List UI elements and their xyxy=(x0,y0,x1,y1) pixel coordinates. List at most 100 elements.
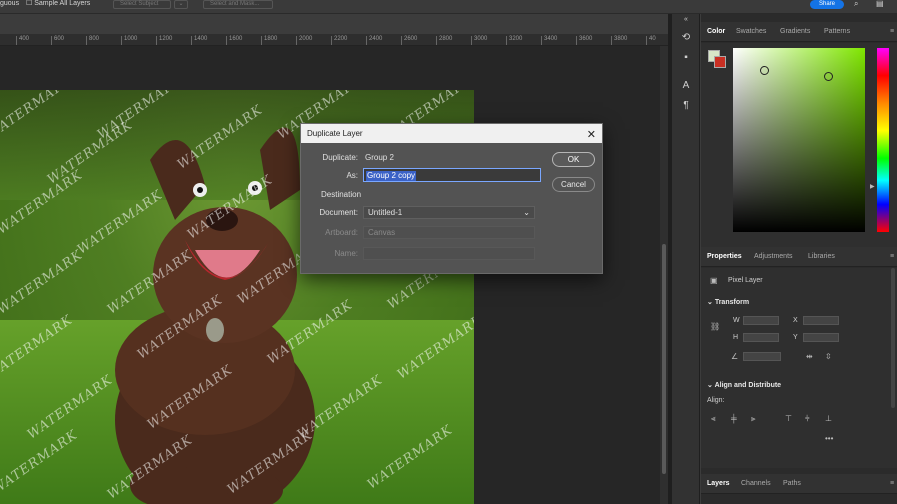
select-and-mask-button[interactable]: Select and Mask... xyxy=(203,0,273,9)
artboard-label: Artboard: xyxy=(325,228,358,237)
more-options-icon[interactable]: ••• xyxy=(825,434,833,443)
layers-panel-tabs: Layers Channels Paths ≡ xyxy=(701,474,897,494)
document-label: Document: xyxy=(319,208,358,217)
ruler-tick: 2200 xyxy=(331,36,347,45)
artboard-select-value: Canvas xyxy=(368,228,396,237)
pixel-layer-icon: ▣ xyxy=(710,276,718,285)
align-top-icon[interactable]: ⊤ xyxy=(785,414,792,423)
color-picker-ring[interactable] xyxy=(760,66,769,75)
as-input-selected-text: Group 2 copy xyxy=(366,171,417,181)
y-field[interactable] xyxy=(803,333,839,342)
chevron-down-icon[interactable]: ⌄ xyxy=(174,0,188,9)
flip-vertical-icon[interactable]: ⇳ xyxy=(825,352,832,361)
panel-menu-icon[interactable]: ≡ xyxy=(890,28,894,35)
ruler-tick: 40 xyxy=(646,36,656,45)
collapse-icon[interactable]: « xyxy=(679,14,693,26)
color-field[interactable] xyxy=(733,48,865,232)
as-label: As: xyxy=(346,171,358,180)
color-panel: ▶ xyxy=(701,43,897,251)
ruler-tick: 2000 xyxy=(296,36,312,45)
height-field[interactable] xyxy=(743,333,779,342)
align-label: Align: xyxy=(707,397,725,404)
duplicate-value: Group 2 xyxy=(365,153,394,162)
width-field[interactable] xyxy=(743,316,779,325)
color-panel-tabs: Color Swatches Gradients Patterns ≡ xyxy=(701,22,897,42)
search-icon[interactable]: ⌕ xyxy=(854,0,858,8)
h-label: H xyxy=(733,334,739,341)
horizontal-ruler: 400 600 800 1000 1200 1400 1600 1800 200… xyxy=(0,34,668,46)
x-field[interactable] xyxy=(803,316,839,325)
angle-icon: ∠ xyxy=(731,352,739,361)
ruler-tick: 1400 xyxy=(191,36,207,45)
ruler-tick: 800 xyxy=(86,36,99,45)
ruler-tick: 400 xyxy=(16,36,29,45)
y-label: Y xyxy=(793,334,798,341)
tab-layers[interactable]: Layers xyxy=(707,480,730,487)
background-color-swatch[interactable] xyxy=(714,56,726,68)
properties-panel: ▣ Pixel Layer ⌄ Transform ⛓ W X H Y ∠ ⇹ … xyxy=(701,268,897,468)
as-input[interactable]: Group 2 copy xyxy=(363,168,541,182)
select-subject-button[interactable]: Select Subject xyxy=(113,0,171,9)
ruler-tick: 2600 xyxy=(401,36,417,45)
share-button[interactable]: Share xyxy=(810,0,844,9)
sample-all-layers-label: Sample All Layers xyxy=(34,0,91,7)
name-field xyxy=(363,247,535,260)
align-center-horizontal-icon[interactable]: ╪ xyxy=(731,414,737,423)
cancel-button[interactable]: Cancel xyxy=(552,177,595,192)
ok-button[interactable]: OK xyxy=(552,152,595,167)
align-right-icon[interactable]: ⫸ xyxy=(751,414,756,424)
tab-patterns[interactable]: Patterns xyxy=(824,28,850,35)
options-bar: guous ☐ Sample All Layers Select Subject… xyxy=(0,0,897,14)
character-icon[interactable]: A xyxy=(679,80,693,92)
properties-scrollbar[interactable] xyxy=(891,268,895,408)
properties-panel-tabs: Properties Adjustments Libraries ≡ xyxy=(701,247,897,267)
right-panels: Color Swatches Gradients Patterns ≡ ▶ Pr… xyxy=(701,14,897,504)
panel-menu-icon[interactable]: ≡ xyxy=(890,253,894,260)
panel-menu-icon[interactable]: ≡ xyxy=(890,480,894,487)
options-label: guous xyxy=(0,0,20,7)
tab-swatches[interactable]: Swatches xyxy=(736,28,766,35)
transform-section-toggle[interactable]: ⌄ Transform xyxy=(707,298,749,306)
close-icon[interactable]: ✕ xyxy=(587,126,596,145)
comments-icon[interactable]: ▪ xyxy=(679,52,693,64)
angle-field[interactable] xyxy=(743,352,781,361)
align-left-icon[interactable]: ⫷ xyxy=(711,414,716,424)
workspace-icon[interactable]: ▤ xyxy=(876,0,884,8)
tab-gradients[interactable]: Gradients xyxy=(780,28,810,35)
flip-horizontal-icon[interactable]: ⇹ xyxy=(806,352,813,361)
ruler-tick: 3400 xyxy=(541,36,557,45)
ruler-tick: 1200 xyxy=(156,36,172,45)
color-picker-ring[interactable] xyxy=(824,72,833,81)
ruler-tick: 1600 xyxy=(226,36,242,45)
transform-label: Transform xyxy=(714,299,750,306)
duplicate-layer-dialog: Duplicate Layer ✕ Duplicate: Group 2 As:… xyxy=(300,123,603,274)
tab-properties[interactable]: Properties xyxy=(707,253,742,260)
link-dimensions-icon[interactable]: ⛓ xyxy=(710,322,720,331)
align-section-label: Align and Distribute xyxy=(714,382,782,389)
history-icon[interactable]: ⟲ xyxy=(679,32,693,44)
panel-icon-strip: « ⟲ ▪ A ¶ xyxy=(672,14,700,504)
document-select-value: Untitled-1 xyxy=(368,208,403,217)
w-label: W xyxy=(733,317,740,324)
hue-slider[interactable] xyxy=(877,48,889,232)
hue-pointer-icon[interactable]: ▶ xyxy=(870,183,875,190)
layer-type-label: Pixel Layer xyxy=(728,277,763,284)
destination-label: Destination xyxy=(321,190,362,199)
align-bottom-icon[interactable]: ⊥ xyxy=(825,414,832,423)
tab-adjustments[interactable]: Adjustments xyxy=(754,253,793,260)
tab-paths[interactable]: Paths xyxy=(783,480,801,487)
tab-libraries[interactable]: Libraries xyxy=(808,253,835,260)
align-section-toggle[interactable]: ⌄ Align and Distribute xyxy=(707,381,781,389)
scrollbar-thumb[interactable] xyxy=(662,244,666,474)
tab-color[interactable]: Color xyxy=(707,28,725,35)
paragraph-icon[interactable]: ¶ xyxy=(679,100,693,112)
dialog-title: Duplicate Layer xyxy=(307,129,363,138)
align-center-vertical-icon[interactable]: ⫩ xyxy=(805,414,810,424)
document-select[interactable]: Untitled-1 ⌄ xyxy=(363,206,535,219)
ruler-tick: 600 xyxy=(51,36,64,45)
ruler-tick: 1000 xyxy=(121,36,137,45)
canvas-scrollbar[interactable] xyxy=(660,46,668,504)
artboard-select: Canvas xyxy=(363,226,535,239)
sample-all-layers-checkbox[interactable]: ☐ Sample All Layers xyxy=(26,0,90,8)
tab-channels[interactable]: Channels xyxy=(741,480,771,487)
